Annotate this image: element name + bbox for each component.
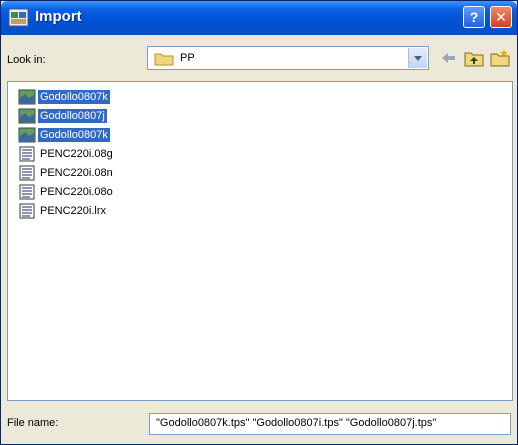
import-app-icon (8, 8, 29, 27)
map-file-icon (18, 108, 36, 124)
file-list-item[interactable]: PENC220i.lrx (18, 202, 108, 220)
file-name-text: PENC220i.08n (40, 167, 113, 179)
look-in-label: Look in: (7, 54, 46, 66)
file-list-item[interactable]: Godollo0807k (18, 126, 110, 144)
file-name-input[interactable]: "Godollo0807k.tps" "Godollo0807i.tps" "G… (149, 413, 511, 435)
file-list-item[interactable]: PENC220i.08o (18, 183, 115, 201)
back-arrow-icon[interactable] (437, 48, 459, 68)
file-name-text: Godollo0807k (38, 128, 110, 142)
file-list-item[interactable]: PENC220i.08g (18, 145, 115, 163)
close-button[interactable]: ✕ (490, 6, 512, 28)
file-name-label: File name: (7, 417, 59, 429)
import-dialog: Import ? ✕ Look in: PP Godollo0807k Godol… (0, 0, 518, 445)
title-bar[interactable]: Import ? ✕ (1, 1, 517, 35)
text-file-icon (19, 146, 35, 162)
map-file-icon (18, 89, 36, 105)
file-name-text: Godollo0807k (38, 90, 110, 104)
file-name-text: PENC220i.08g (40, 148, 113, 160)
file-name-text: PENC220i.08o (40, 186, 113, 198)
text-file-icon (19, 165, 35, 181)
text-file-icon (19, 184, 35, 200)
window-title: Import (35, 8, 82, 25)
file-name-text: Godollo0807j (38, 109, 107, 123)
new-folder-icon[interactable] (489, 48, 511, 68)
look-in-value: PP (180, 52, 195, 64)
file-list-item[interactable]: Godollo0807j (18, 107, 107, 125)
file-list[interactable]: Godollo0807k Godollo0807j Godollo0807k PENC… (7, 81, 513, 401)
up-folder-icon[interactable] (463, 48, 485, 68)
map-file-icon (18, 127, 36, 143)
file-name-text: PENC220i.lrx (40, 205, 107, 217)
file-list-item[interactable]: Godollo0807k (18, 88, 110, 106)
look-in-dropdown[interactable]: PP (147, 46, 429, 70)
chevron-down-icon[interactable] (408, 48, 427, 68)
help-button[interactable]: ? (463, 6, 485, 28)
file-list-item[interactable]: PENC220i.08n (18, 164, 115, 182)
text-file-icon (19, 203, 35, 219)
folder-icon (154, 53, 174, 66)
